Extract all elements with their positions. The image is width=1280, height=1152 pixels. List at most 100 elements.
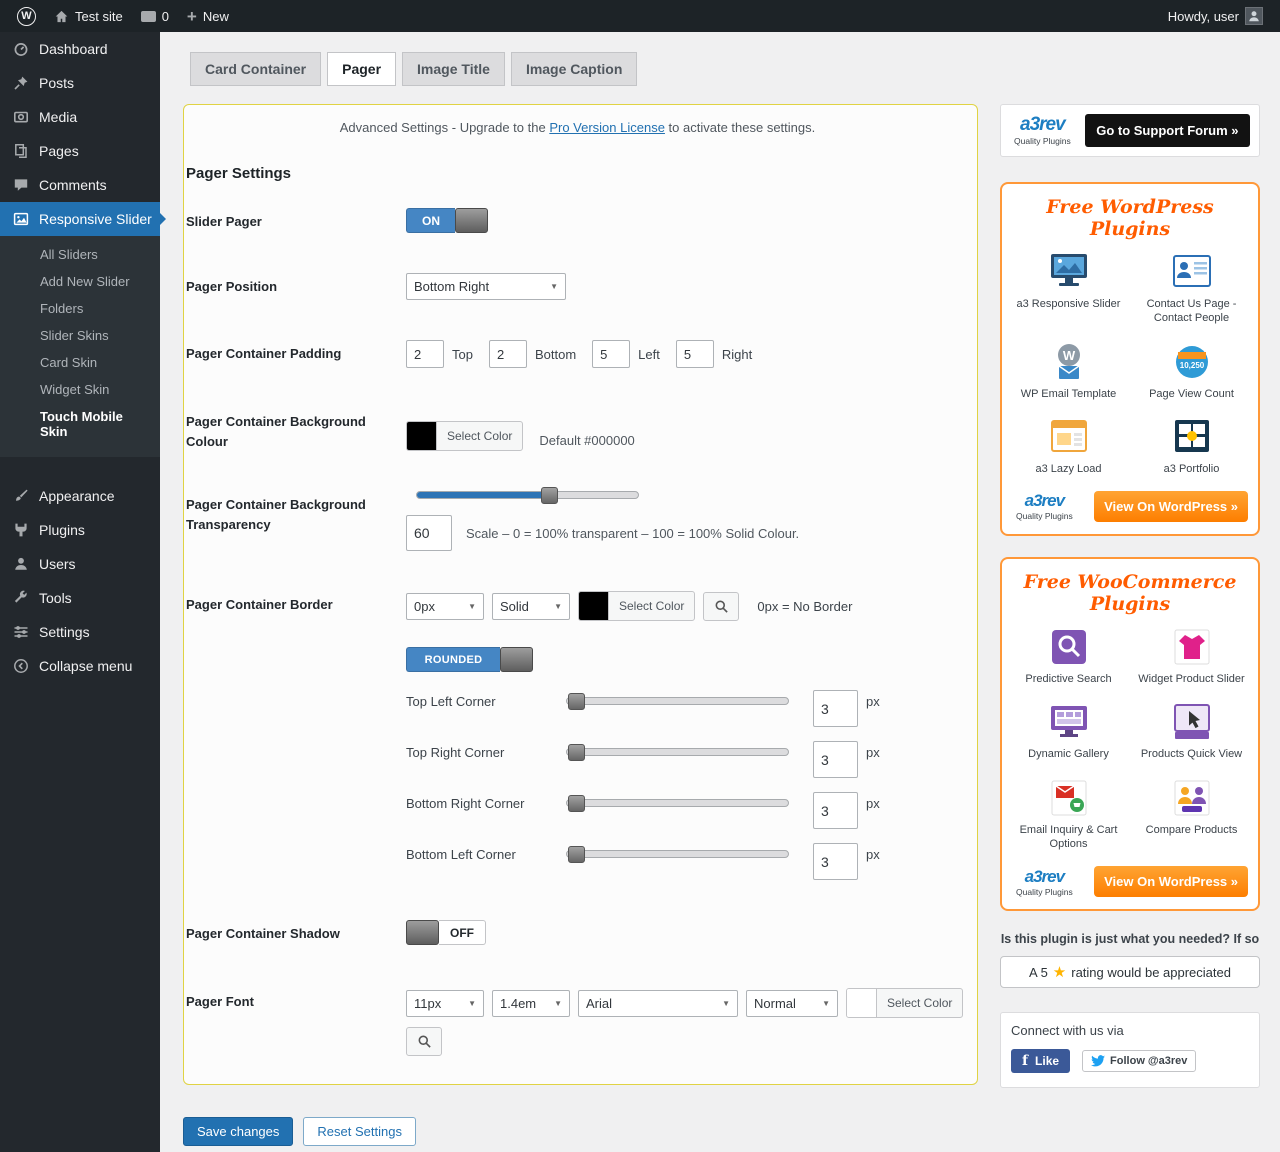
- slider-handle[interactable]: [568, 846, 585, 863]
- site-name-link[interactable]: Test site: [45, 0, 132, 32]
- line-height-select[interactable]: 1.4em ▼: [492, 990, 570, 1017]
- bg-color-picker[interactable]: Select Color: [406, 421, 523, 451]
- pager-position-select[interactable]: Bottom Right ▼: [406, 273, 566, 300]
- font-family-select[interactable]: Arial ▼: [578, 990, 738, 1017]
- field-label: Pager Container Padding: [186, 340, 406, 368]
- reset-settings-button[interactable]: Reset Settings: [303, 1117, 416, 1146]
- sidebar-item-settings[interactable]: Settings: [0, 615, 160, 649]
- sidebar-item-appearance[interactable]: Appearance: [0, 479, 160, 513]
- submenu-item-slider-skins[interactable]: Slider Skins: [0, 322, 160, 349]
- site-name-label: Test site: [75, 9, 123, 24]
- bottom-right-corner-slider[interactable]: [566, 799, 789, 807]
- facebook-like-button[interactable]: f Like: [1011, 1049, 1070, 1073]
- top-right-corner-slider[interactable]: [566, 748, 789, 756]
- sidebar-item-comments[interactable]: Comments: [0, 168, 160, 202]
- bottom-left-corner-input[interactable]: [813, 843, 858, 880]
- plugin-item-a3-portfolio[interactable]: a3 Portfolio: [1133, 417, 1250, 476]
- font-preview-button[interactable]: [406, 1027, 442, 1056]
- a3rev-logo[interactable]: a3rev Quality Plugins: [1012, 492, 1077, 521]
- submenu-item-touch-mobile-skin[interactable]: Touch Mobile Skin: [0, 403, 160, 445]
- border-preview-button[interactable]: [703, 592, 739, 621]
- font-color-picker[interactable]: Select Color: [846, 988, 963, 1018]
- facebook-icon: f: [1022, 1053, 1028, 1069]
- top-left-corner-input[interactable]: [813, 690, 858, 727]
- slider-pager-toggle[interactable]: ON: [406, 208, 488, 233]
- padding-right-input[interactable]: [676, 340, 714, 368]
- top-left-corner-slider[interactable]: [566, 697, 789, 705]
- padding-bottom-input[interactable]: [489, 340, 527, 368]
- wrench-icon: [11, 589, 30, 607]
- go-to-support-forum-button[interactable]: Go to Support Forum »: [1085, 114, 1250, 147]
- tab-pager[interactable]: Pager: [327, 52, 396, 86]
- chevron-down-icon: ▼: [550, 282, 558, 291]
- corner-label: Bottom Right Corner: [406, 792, 566, 811]
- sidebar-item-plugins[interactable]: Plugins: [0, 513, 160, 547]
- tab-image-caption[interactable]: Image Caption: [511, 52, 637, 86]
- transparency-input[interactable]: [406, 515, 452, 551]
- border-width-select[interactable]: 0px ▼: [406, 593, 484, 620]
- submenu-item-widget-skin[interactable]: Widget Skin: [0, 376, 160, 403]
- sidebar-item-collapse-menu[interactable]: Collapse menu: [0, 649, 160, 683]
- submenu-item-folders[interactable]: Folders: [0, 295, 160, 322]
- plugin-item-wp-email-template[interactable]: W WP Email Template: [1010, 342, 1127, 401]
- lazy-load-icon: [1047, 417, 1091, 457]
- plugin-item-email-inquiry-cart-options[interactable]: Email Inquiry & Cart Options: [1010, 778, 1127, 852]
- a3rev-logo[interactable]: a3rev Quality Plugins: [1012, 868, 1077, 897]
- padding-bottom-label: Bottom: [535, 347, 576, 362]
- wordpress-menu[interactable]: W: [8, 0, 45, 32]
- transparency-slider[interactable]: [416, 491, 639, 499]
- submenu-item-all-sliders[interactable]: All Sliders: [0, 241, 160, 268]
- padding-left-input[interactable]: [592, 340, 630, 368]
- plugin-item-predictive-search[interactable]: Predictive Search: [1010, 627, 1127, 686]
- sidebar-item-pages[interactable]: Pages: [0, 134, 160, 168]
- border-color-picker[interactable]: Select Color: [578, 591, 695, 621]
- five-star-rating-link[interactable]: A 5★rating would be appreciated: [1000, 956, 1260, 988]
- tab-card-container[interactable]: Card Container: [190, 52, 321, 86]
- plugin-item-products-quick-view[interactable]: Products Quick View: [1133, 702, 1250, 761]
- plugin-item-page-view-count[interactable]: 10,250 Page View Count: [1133, 342, 1250, 401]
- slider-handle[interactable]: [568, 795, 585, 812]
- slider-handle[interactable]: [568, 693, 585, 710]
- font-weight-select[interactable]: Normal ▼: [746, 990, 838, 1017]
- view-on-wordpress-button[interactable]: View On WordPress »: [1094, 866, 1248, 897]
- view-on-wordpress-button[interactable]: View On WordPress »: [1094, 491, 1248, 522]
- plugin-item-compare-products[interactable]: Compare Products: [1133, 778, 1250, 852]
- sidebar-item-label: Appearance: [39, 488, 115, 504]
- sidebar-item-tools[interactable]: Tools: [0, 581, 160, 615]
- plugin-item-a3-lazy-load[interactable]: a3 Lazy Load: [1010, 417, 1127, 476]
- a3rev-logo[interactable]: a3rev Quality Plugins: [1010, 115, 1075, 146]
- sidebar-item-users[interactable]: Users: [0, 547, 160, 581]
- field-label: Pager Container Shadow: [186, 920, 406, 948]
- plugin-item-a3-responsive-slider[interactable]: a3 Responsive Slider: [1010, 252, 1127, 326]
- plugin-item-dynamic-gallery[interactable]: Dynamic Gallery: [1010, 702, 1127, 761]
- slider-handle[interactable]: [568, 744, 585, 761]
- submenu-item-card-skin[interactable]: Card Skin: [0, 349, 160, 376]
- save-changes-button[interactable]: Save changes: [183, 1117, 293, 1146]
- bottom-left-corner-slider[interactable]: [566, 850, 789, 858]
- tab-image-title[interactable]: Image Title: [402, 52, 505, 86]
- plugin-item-contact-us-page[interactable]: Contact Us Page - Contact People: [1133, 252, 1250, 326]
- comments-link[interactable]: 0: [132, 0, 178, 32]
- pager-shadow-toggle[interactable]: OFF: [406, 920, 486, 945]
- font-size-select[interactable]: 11px ▼: [406, 990, 484, 1017]
- rounded-corners-toggle[interactable]: ROUNDED: [406, 647, 533, 672]
- submenu-item-add-new-slider[interactable]: Add New Slider: [0, 268, 160, 295]
- sidebar-item-responsive-slider[interactable]: Responsive Slider: [0, 202, 160, 236]
- select-color-label: Select Color: [877, 989, 962, 1017]
- howdy-account-menu[interactable]: Howdy, user: [1159, 0, 1272, 32]
- padding-top-input[interactable]: [406, 340, 444, 368]
- new-content-button[interactable]: + New: [178, 0, 238, 32]
- border-style-select[interactable]: Solid ▼: [492, 593, 570, 620]
- bottom-right-corner-input[interactable]: [813, 792, 858, 829]
- sidebar-item-posts[interactable]: Posts: [0, 66, 160, 100]
- wp-email-icon: W: [1047, 342, 1091, 382]
- color-swatch: [407, 422, 437, 450]
- slider-handle[interactable]: [541, 487, 558, 504]
- pro-version-license-link[interactable]: Pro Version License: [549, 120, 665, 135]
- top-right-corner-input[interactable]: [813, 741, 858, 778]
- twitter-follow-button[interactable]: Follow @a3rev: [1082, 1050, 1196, 1072]
- sidebar-item-dashboard[interactable]: Dashboard: [0, 32, 160, 66]
- plugin-item-widget-product-slider[interactable]: Widget Product Slider: [1133, 627, 1250, 686]
- sidebar-item-media[interactable]: Media: [0, 100, 160, 134]
- chevron-down-icon: ▼: [722, 999, 730, 1008]
